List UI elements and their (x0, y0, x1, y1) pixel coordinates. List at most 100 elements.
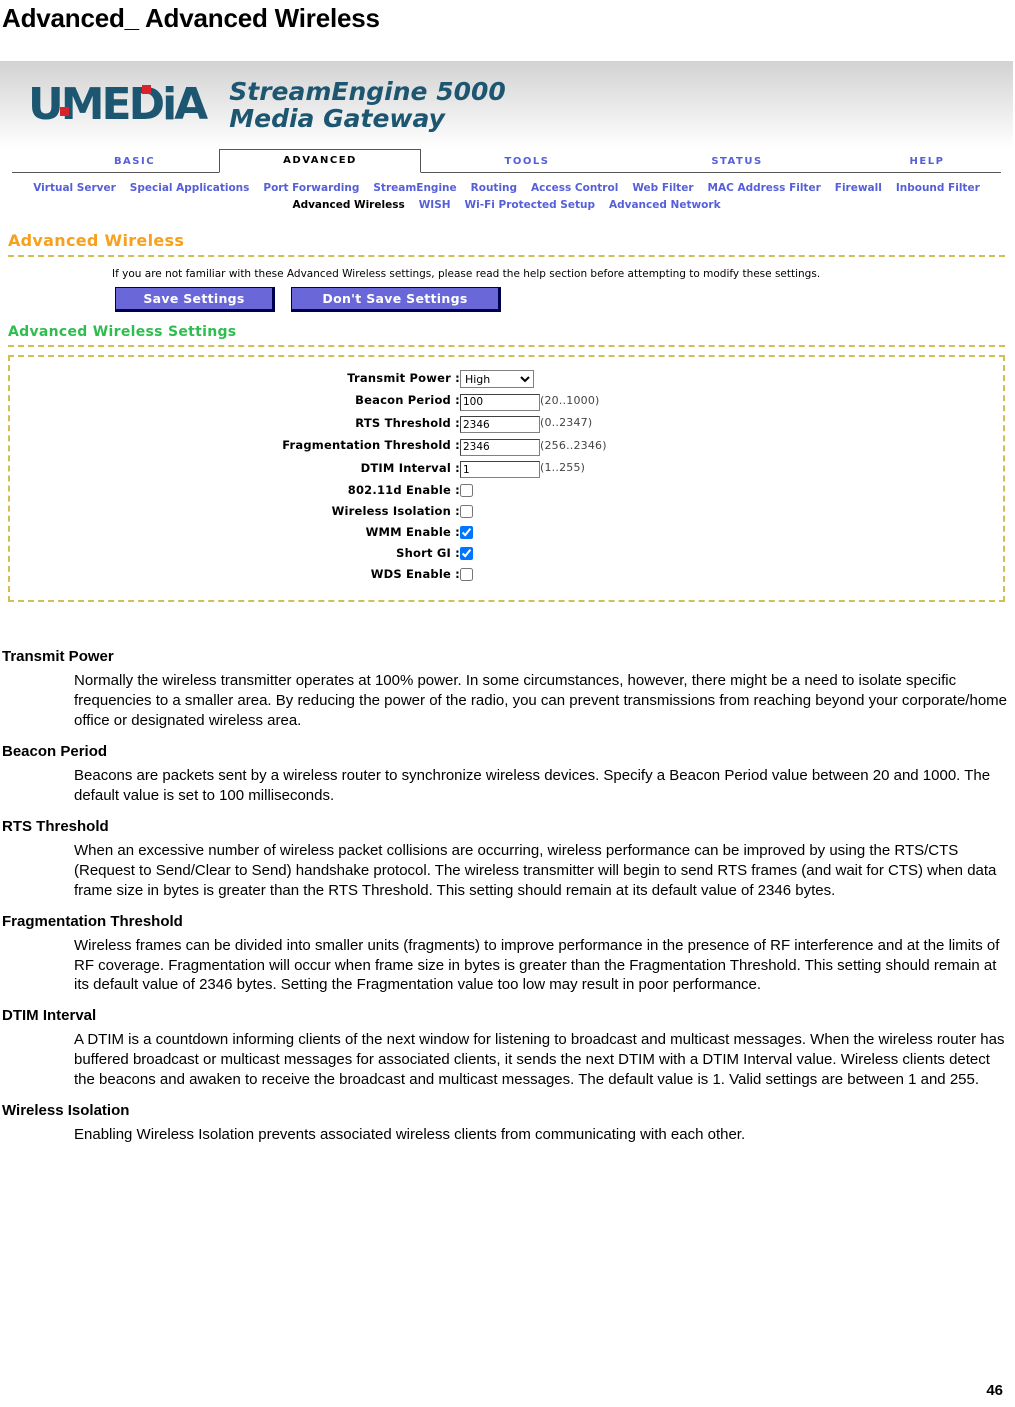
help-term-dtim-interval: DTIM Interval (2, 1007, 97, 1025)
tab-label: TOOLS (504, 155, 550, 167)
setting-label-fragmentation-threshold: Fragmentation Threshold : (282, 438, 460, 453)
tab-label: ADVANCED (283, 154, 357, 166)
setting-input-dtim-interval[interactable] (459, 461, 540, 479)
setting-row-wmm-enable: WMM Enable : (282, 521, 607, 542)
help-term-rts-threshold: RTS Threshold (2, 817, 109, 835)
page-title: Advanced_ Advanced Wireless (2, 3, 380, 33)
logo-red-square-icon (142, 84, 151, 94)
setting-label-transmit-power: Transmit Power : (347, 370, 460, 385)
setting-label-802-11d-enable: 802.11d Enable : (347, 482, 460, 497)
setting-label-dtim-interval: DTIM Interval : (360, 460, 460, 475)
router-admin-panel: UMEDiA StreamEngine 5000 Media Gateway B… (0, 60, 1013, 603)
setting-field-cell-rts-threshold (459, 412, 540, 435)
setting-hint-802-11d-enable (540, 479, 607, 500)
tab-status[interactable]: STATUS (642, 152, 832, 172)
setting-input-rts-threshold[interactable] (459, 416, 540, 434)
subnav-item-streamengine[interactable]: StreamEngine (373, 180, 456, 196)
help-body-wireless-isolation: Enabling Wireless Isolation prevents ass… (74, 1126, 746, 1144)
setting-row-dtim-interval: DTIM Interval : (1..255) (282, 457, 607, 480)
setting-checkbox-802-11d-enable[interactable] (459, 484, 473, 498)
tab-label: HELP (909, 155, 945, 167)
setting-field-cell-beacon-period (459, 389, 540, 412)
section-heading-advanced-wireless-settings: Advanced Wireless Settings (8, 323, 237, 340)
setting-hint-wmm-enable (540, 521, 607, 542)
sub-navigation: Virtual Server Special Applications Port F… (0, 173, 1013, 217)
setting-checkbox-wireless-isolation[interactable] (459, 505, 473, 519)
setting-field-cell-wmm-enable (459, 521, 540, 542)
page-number: 46 (986, 1382, 1003, 1399)
subnav-item-inbound-filter[interactable]: Inbound Filter (896, 180, 980, 196)
setting-row-rts-threshold: RTS Threshold : (0..2347) (282, 412, 607, 435)
setting-row-wds-enable: WDS Enable : (282, 563, 607, 584)
setting-input-fragmentation-threshold[interactable] (459, 438, 540, 456)
subnav-item-advanced-wireless[interactable]: Advanced Wireless (292, 197, 404, 213)
setting-input-beacon-period[interactable] (459, 393, 540, 411)
subnav-item-wi-fi-protected-setup[interactable]: Wi-Fi Protected Setup (465, 197, 595, 213)
setting-row-beacon-period: Beacon Period : (20..1000) (282, 389, 607, 412)
setting-checkbox-short-gi[interactable] (459, 547, 473, 561)
umedia-logo-icon: UMEDiA (28, 82, 209, 127)
subnav-item-advanced-network[interactable]: Advanced Network (609, 197, 721, 213)
logo-red-square-icon (60, 106, 69, 116)
settings-table: Transmit Power :HighMediumLowBeacon Peri… (282, 367, 607, 585)
help-body-rts-threshold: When an excessive number of wireless pac… (74, 841, 997, 899)
subnav-item-virtual-server[interactable]: Virtual Server (33, 180, 116, 196)
subnav-item-special-applications[interactable]: Special Applications (130, 180, 250, 196)
setting-row-transmit-power: Transmit Power :HighMediumLow (282, 367, 607, 390)
section-heading-advanced-wireless: Advanced Wireless (8, 230, 185, 250)
setting-label-wireless-isolation: Wireless Isolation : (331, 503, 460, 518)
setting-field-cell-wds-enable (459, 563, 540, 584)
setting-field-cell-fragmentation-threshold (459, 434, 540, 457)
tab-advanced[interactable]: ADVANCED (219, 148, 421, 173)
product-line-1: StreamEngine 5000 (229, 76, 506, 106)
help-term-beacon-period: Beacon Period (2, 742, 108, 760)
setting-field-cell-transmit-power: HighMediumLow (459, 367, 540, 390)
setting-label-wmm-enable: WMM Enable : (365, 524, 460, 539)
divider (8, 344, 1005, 347)
sub-navigation-row-1: Virtual Server Special Applications Port F… (0, 179, 1013, 196)
help-text-section: Transmit Power Normally the wireless tran… (0, 648, 1015, 1145)
advanced-wireless-settings-panel: Transmit Power :HighMediumLowBeacon Peri… (8, 354, 1005, 603)
dont-save-settings-button[interactable]: Don't Save Settings (291, 286, 501, 312)
subnav-item-web-filter[interactable]: Web Filter (632, 180, 693, 196)
tab-label: BASIC (113, 155, 156, 167)
subnav-item-mac-address-filter[interactable]: MAC Address Filter (708, 180, 821, 196)
product-line-2: Media Gateway (229, 103, 445, 133)
tab-bar-rule (12, 171, 1001, 173)
setting-checkbox-wmm-enable[interactable] (459, 526, 473, 540)
brand-logo: UMEDiA StreamEngine 5000 Media Gateway (28, 78, 506, 132)
setting-hint-transmit-power (540, 367, 607, 390)
sub-navigation-row-2: Advanced Wireless WISH Wi-Fi Protected Set… (0, 196, 1013, 213)
subnav-item-routing[interactable]: Routing (471, 180, 517, 196)
setting-field-cell-802-11d-enable (459, 479, 540, 500)
setting-row-wireless-isolation: Wireless Isolation : (282, 500, 607, 521)
subnav-item-firewall[interactable]: Firewall (835, 180, 882, 196)
tab-tools[interactable]: TOOLS (432, 152, 622, 172)
setting-field-cell-short-gi (459, 542, 540, 563)
tab-help[interactable]: HELP (852, 152, 1002, 172)
subnav-item-access-control[interactable]: Access Control (531, 180, 618, 196)
setting-select-transmit-power[interactable]: HighMediumLow (459, 370, 534, 389)
setting-hint-beacon-period: (20..1000) (539, 393, 600, 407)
setting-checkbox-wds-enable[interactable] (459, 568, 473, 582)
setting-field-cell-dtim-interval (459, 457, 540, 480)
router-header-banner: UMEDiA StreamEngine 5000 Media Gateway (0, 60, 1013, 149)
setting-row-fragmentation-threshold: Fragmentation Threshold : (256..2346) (282, 434, 607, 457)
help-term-wireless-isolation: Wireless Isolation (2, 1102, 130, 1120)
help-term-transmit-power: Transmit Power (2, 648, 114, 666)
product-name: StreamEngine 5000 Media Gateway (229, 78, 506, 132)
tab-basic[interactable]: BASIC (42, 152, 227, 172)
subnav-item-port-forwarding[interactable]: Port Forwarding (263, 180, 359, 196)
setting-label-beacon-period: Beacon Period : (355, 393, 460, 408)
main-tab-bar: BASIC ADVANCED TOOLS STATUS HELP (12, 148, 1002, 173)
setting-row-802-11d-enable: 802.11d Enable : (282, 479, 607, 500)
setting-hint-dtim-interval: (1..255) (539, 461, 586, 475)
tab-label: STATUS (711, 155, 763, 167)
save-settings-button[interactable]: Save Settings (115, 286, 275, 312)
divider (8, 254, 1005, 257)
umedia-logo-text: UMEDiA (28, 78, 208, 130)
help-body-fragmentation-threshold: Wireless frames can be divided into smal… (74, 936, 1000, 994)
settings-notice-text: If you are not familiar with these Advan… (112, 267, 821, 280)
subnav-item-wish[interactable]: WISH (419, 197, 451, 213)
setting-hint-short-gi (540, 542, 607, 563)
